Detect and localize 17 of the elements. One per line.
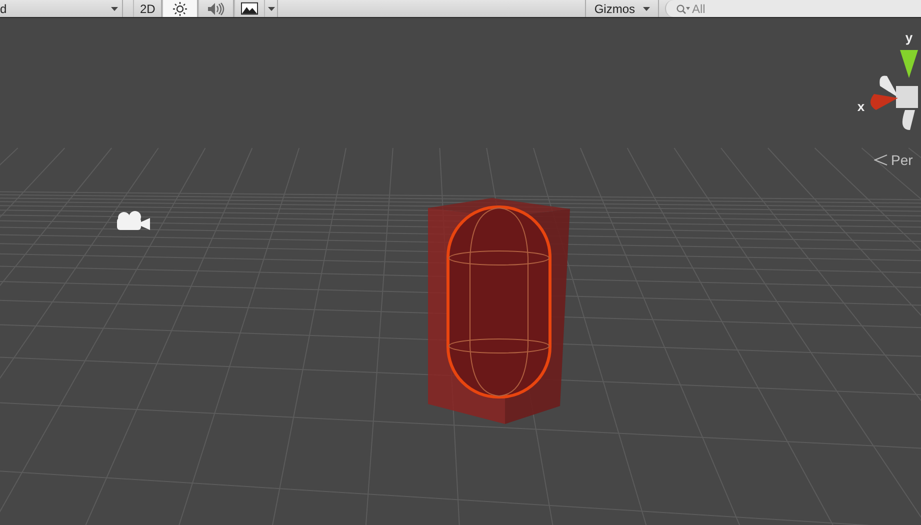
caret-icon	[111, 6, 118, 10]
axis-label: x	[857, 99, 865, 114]
caret-icon	[268, 6, 275, 10]
search-icon	[676, 4, 690, 14]
projection-toggle[interactable]: Per	[874, 152, 913, 168]
search-field[interactable]: All	[665, 0, 921, 17]
axis-label: y	[905, 30, 913, 45]
audio-toggle[interactable]	[198, 0, 234, 17]
caret-icon	[643, 6, 650, 10]
draw-mode-dropdown[interactable]: d	[0, 0, 123, 17]
chevron-icon	[874, 154, 888, 166]
speaker-icon	[207, 2, 226, 16]
gizmos-dropdown[interactable]: Gizmos	[585, 0, 659, 17]
lighting-toggle[interactable]	[162, 0, 198, 17]
effects-dropdown[interactable]	[264, 0, 278, 17]
camera-icon	[117, 211, 150, 230]
search-input[interactable]: All	[692, 2, 872, 16]
